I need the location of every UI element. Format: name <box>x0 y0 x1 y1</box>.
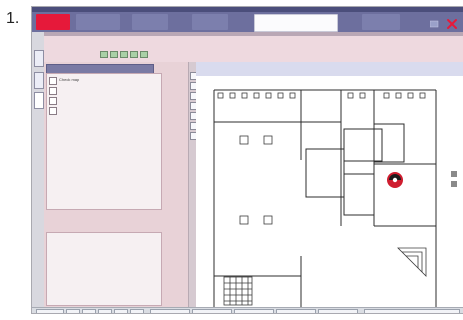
small-green-icon[interactable] <box>100 51 108 58</box>
taskbar-button[interactable] <box>98 309 112 313</box>
tree-item[interactable] <box>49 106 159 115</box>
taskbar-button[interactable] <box>114 309 128 313</box>
taskbar-window-button[interactable] <box>318 309 358 313</box>
tab-6[interactable] <box>362 14 400 30</box>
tree-item-check-map[interactable]: Check map <box>49 76 159 85</box>
document-icon <box>49 77 57 85</box>
window-controls-icons <box>429 19 457 29</box>
info-strip <box>44 36 463 63</box>
tab-2[interactable] <box>76 14 120 30</box>
rail-button-3[interactable] <box>34 92 44 109</box>
taskbar-tray <box>364 309 460 313</box>
application-screenshot: Check map <box>31 6 463 314</box>
taskbar-window-button[interactable] <box>234 309 274 313</box>
map-header <box>196 62 463 77</box>
step-number: 1. <box>6 10 20 27</box>
taskbar-window-button[interactable] <box>276 309 316 313</box>
taskbar-start-button[interactable] <box>36 309 64 313</box>
tab-current[interactable] <box>254 14 338 32</box>
tab-active[interactable] <box>36 14 70 30</box>
tree-list: Check map <box>46 73 162 210</box>
bottom-taskbar <box>32 307 463 313</box>
taskbar-button[interactable] <box>66 309 80 313</box>
figure-frame: 1. Check map <box>0 0 463 320</box>
rail-button-2[interactable] <box>34 72 44 89</box>
small-green-icon[interactable] <box>140 51 148 58</box>
tab-3[interactable] <box>132 14 168 30</box>
small-green-icon[interactable] <box>120 51 128 58</box>
taskbar-window-button[interactable] <box>150 309 190 313</box>
detail-textbox[interactable] <box>46 232 162 306</box>
floor-plan-drawing <box>196 76 463 307</box>
tab-4[interactable] <box>192 14 228 30</box>
small-green-icon[interactable] <box>130 51 138 58</box>
task-tree-panel: Check map <box>44 62 195 307</box>
taskbar-button[interactable] <box>82 309 96 313</box>
floor-plan-map[interactable] <box>196 62 463 307</box>
document-icon <box>49 87 57 95</box>
tree-item-label: Check map <box>59 77 80 82</box>
tree-item[interactable] <box>49 96 159 105</box>
document-icon <box>49 107 57 115</box>
tree-item[interactable] <box>49 86 159 95</box>
top-tab-bar <box>32 12 463 32</box>
small-green-icon[interactable] <box>110 51 118 58</box>
document-icon <box>49 97 57 105</box>
taskbar-button[interactable] <box>130 309 144 313</box>
taskbar-window-button[interactable] <box>192 309 232 313</box>
window-controls <box>429 17 460 31</box>
rail-button-1[interactable] <box>34 50 44 67</box>
